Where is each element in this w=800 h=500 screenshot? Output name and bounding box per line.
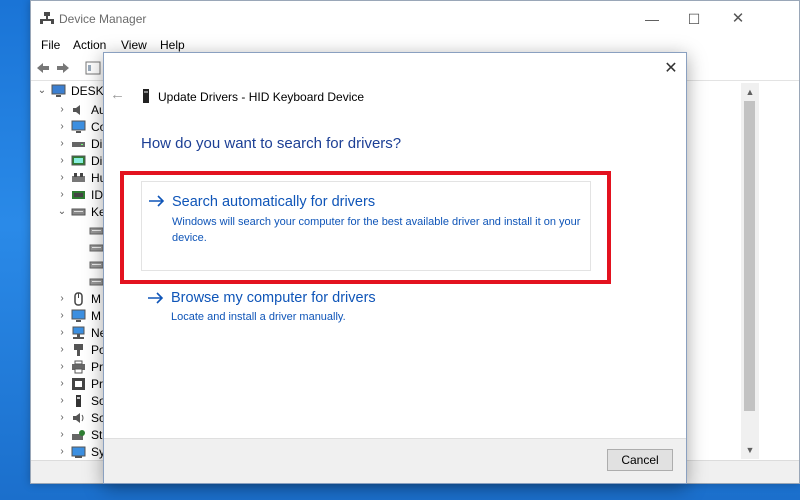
arrow-right-icon bbox=[148, 292, 164, 304]
expand-icon[interactable]: › bbox=[57, 396, 67, 406]
scroll-thumb[interactable] bbox=[744, 101, 755, 411]
tree-label: M bbox=[91, 309, 101, 323]
option-description: Locate and install a driver manually. bbox=[171, 311, 346, 323]
expand-icon[interactable]: › bbox=[57, 379, 67, 389]
window-title: Device Manager bbox=[59, 12, 147, 26]
monitor-icon bbox=[71, 309, 86, 322]
update-drivers-dialog: ✕ ← Update Drivers - HID Keyboard Device… bbox=[103, 52, 687, 484]
dialog-footer: Cancel bbox=[104, 438, 686, 483]
expand-icon[interactable]: › bbox=[57, 345, 67, 355]
disk-drive-icon bbox=[72, 142, 85, 147]
close-window-button[interactable]: ✕ bbox=[723, 9, 753, 29]
browse-computer-option[interactable]: Browse my computer for drivers Locate an… bbox=[141, 289, 591, 329]
computer-icon bbox=[51, 84, 66, 97]
expand-icon[interactable]: › bbox=[57, 173, 67, 183]
device-manager-icon bbox=[40, 12, 54, 24]
menu-help[interactable]: Help bbox=[160, 38, 185, 52]
arrow-right-icon bbox=[149, 195, 165, 207]
scroll-up-icon[interactable]: ▲ bbox=[741, 85, 759, 99]
hid-icon bbox=[72, 173, 85, 182]
keyboard-icon bbox=[71, 208, 86, 216]
expand-icon[interactable]: › bbox=[57, 105, 67, 115]
close-dialog-button[interactable]: ✕ bbox=[661, 59, 681, 79]
menu-file[interactable]: File bbox=[41, 38, 60, 52]
option-title[interactable]: Search automatically for drivers bbox=[172, 194, 375, 210]
software-device-icon bbox=[76, 395, 81, 407]
menu-action[interactable]: Action bbox=[73, 38, 106, 52]
sound-icon bbox=[73, 413, 84, 423]
cancel-button[interactable]: Cancel bbox=[607, 449, 673, 471]
tree-label: Di bbox=[91, 154, 103, 168]
expand-icon[interactable]: › bbox=[57, 362, 67, 372]
keyboard-device-icon bbox=[89, 227, 104, 235]
network-adapter-icon bbox=[72, 326, 85, 339]
minimize-button[interactable]: — bbox=[637, 9, 667, 29]
back-arrow-icon[interactable] bbox=[35, 60, 51, 76]
title-bar[interactable]: Device Manager — ☐ ✕ bbox=[31, 1, 799, 35]
audio-icon bbox=[73, 105, 80, 115]
vertical-scrollbar[interactable]: ▲ ▼ bbox=[741, 83, 759, 459]
processor-icon bbox=[72, 378, 85, 390]
tree-label: Di bbox=[91, 137, 103, 151]
maximize-button[interactable]: ☐ bbox=[679, 9, 709, 29]
option-description: Windows will search your computer for th… bbox=[172, 216, 581, 244]
mouse-icon bbox=[74, 292, 83, 306]
computer-icon bbox=[71, 120, 86, 133]
expand-icon[interactable]: › bbox=[57, 430, 67, 440]
expand-icon[interactable]: › bbox=[57, 328, 67, 338]
keyboard-device-icon bbox=[143, 89, 149, 103]
dialog-heading: How do you want to search for drivers? bbox=[141, 135, 402, 152]
display-adapter-icon bbox=[71, 155, 86, 166]
printer-icon bbox=[72, 360, 85, 374]
tree-label: Pr bbox=[91, 377, 103, 391]
tree-label: ID bbox=[91, 188, 103, 202]
properties-icon[interactable] bbox=[85, 60, 101, 76]
scroll-down-icon[interactable]: ▼ bbox=[741, 443, 759, 457]
ports-icon bbox=[74, 344, 83, 356]
expand-icon[interactable]: › bbox=[57, 190, 67, 200]
back-button[interactable]: ← bbox=[110, 87, 126, 103]
tree-label: St bbox=[91, 428, 103, 442]
system-devices-icon bbox=[71, 446, 86, 458]
expand-icon[interactable]: › bbox=[57, 139, 67, 149]
storage-controller-icon bbox=[72, 430, 85, 440]
collapse-icon[interactable]: ⌄ bbox=[37, 86, 47, 96]
forward-arrow-icon[interactable] bbox=[55, 60, 71, 76]
collapse-icon[interactable]: ⌄ bbox=[57, 207, 67, 217]
option-title[interactable]: Browse my computer for drivers bbox=[171, 290, 376, 306]
keyboard-device-icon bbox=[89, 261, 104, 269]
expand-icon[interactable]: › bbox=[57, 311, 67, 321]
expand-icon[interactable]: › bbox=[57, 156, 67, 166]
expand-icon[interactable]: › bbox=[57, 447, 67, 457]
keyboard-device-icon bbox=[89, 244, 104, 252]
tree-label: M bbox=[91, 292, 101, 306]
expand-icon[interactable]: › bbox=[57, 122, 67, 132]
expand-icon[interactable]: › bbox=[57, 294, 67, 304]
keyboard-device-icon bbox=[89, 278, 104, 286]
expand-icon[interactable]: › bbox=[57, 413, 67, 423]
dialog-title: Update Drivers - HID Keyboard Device bbox=[158, 90, 365, 104]
menu-view[interactable]: View bbox=[121, 38, 147, 52]
search-automatically-option[interactable]: Search automatically for drivers Windows… bbox=[141, 181, 591, 271]
ide-controller-icon bbox=[72, 191, 85, 199]
tree-label: Pr bbox=[91, 360, 103, 374]
